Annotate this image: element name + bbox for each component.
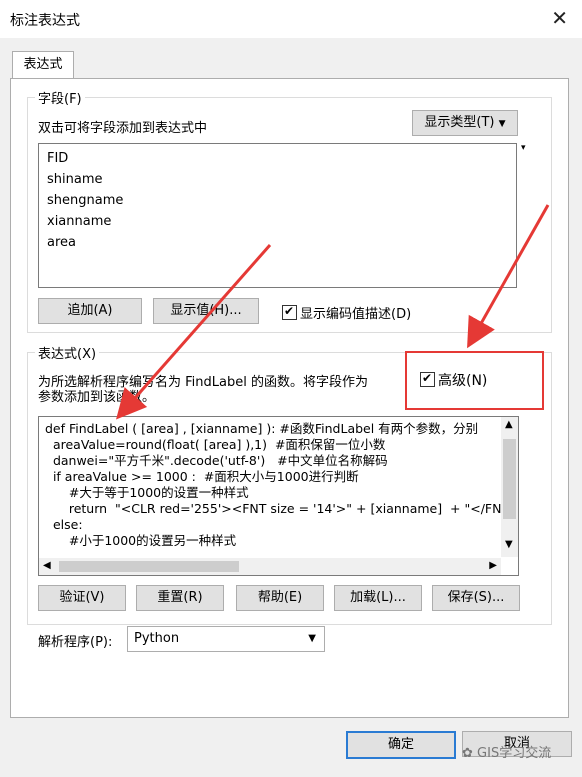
annotation-arrow-right [467, 204, 550, 349]
annotation-arrow-left [116, 244, 272, 420]
annotation-arrows [116, 204, 550, 420]
